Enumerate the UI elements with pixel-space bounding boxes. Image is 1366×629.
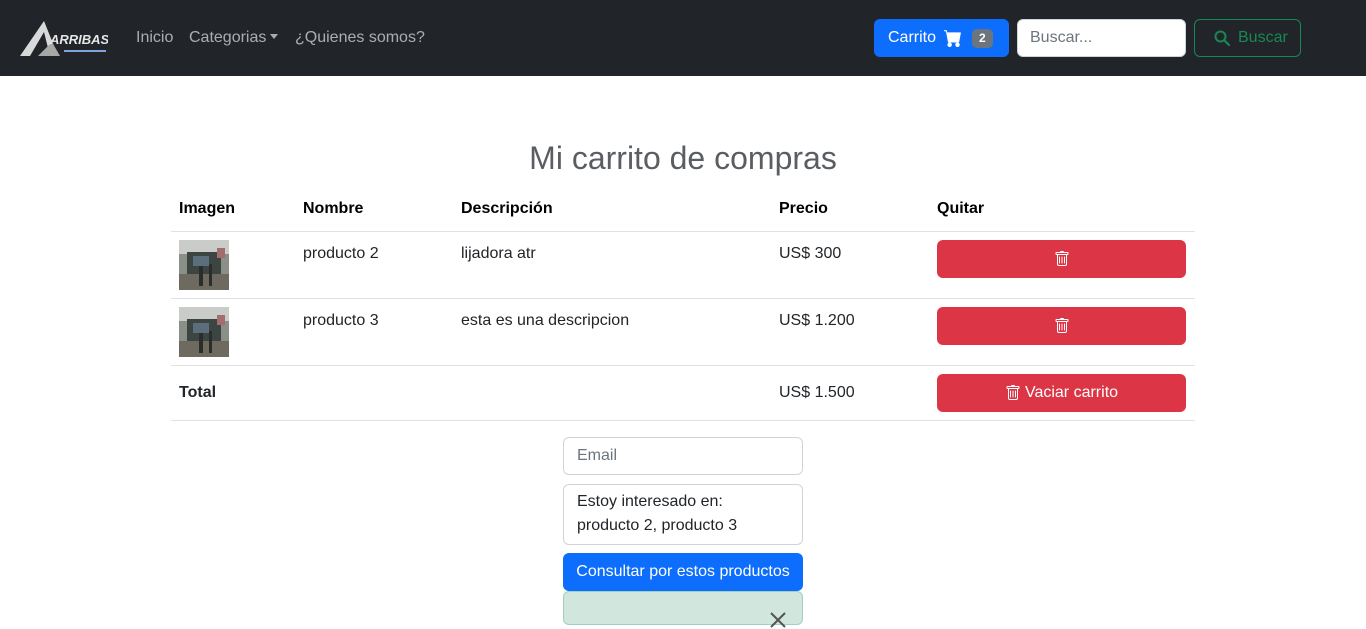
table-row: producto 3 esta es una descripcion US$ 1… bbox=[171, 298, 1195, 366]
product-price: US$ 300 bbox=[771, 231, 929, 299]
remove-cell bbox=[929, 231, 1195, 299]
column-header-precio: Precio bbox=[771, 188, 929, 232]
brand-logo[interactable]: ARRIBAS bbox=[18, 18, 108, 58]
email-field[interactable] bbox=[563, 437, 803, 475]
column-header-nombre: Nombre bbox=[295, 188, 453, 232]
product-image bbox=[179, 239, 229, 290]
empty-cart-cell: Vaciar carrito bbox=[929, 365, 1195, 421]
product-description: esta es una descripcion bbox=[453, 298, 771, 366]
close-icon[interactable] bbox=[769, 611, 787, 629]
product-description: lijadora atr bbox=[453, 231, 771, 299]
nav-quienes-somos[interactable]: ¿Quienes somos? bbox=[295, 28, 425, 48]
product-price: US$ 1.200 bbox=[771, 298, 929, 366]
cart-button[interactable]: Carrito 2 bbox=[874, 19, 1009, 57]
total-label: Total bbox=[171, 365, 295, 421]
product-image bbox=[179, 306, 229, 357]
nav-categorias-dropdown[interactable]: Categorias bbox=[189, 28, 279, 48]
total-row: Total US$ 1.500 Vaciar carrito bbox=[171, 365, 1195, 421]
remove-cell bbox=[929, 298, 1195, 366]
chevron-down-icon bbox=[270, 34, 279, 39]
search-button[interactable]: Buscar bbox=[1194, 19, 1301, 57]
page-title: Mi carrito de compras bbox=[529, 140, 837, 176]
cart-button-label: Carrito bbox=[888, 29, 937, 46]
nav-categorias-label: Categorias bbox=[189, 29, 267, 46]
search-icon bbox=[1214, 30, 1230, 46]
column-header-descripcion: Descripción bbox=[453, 188, 771, 232]
total-value: US$ 1.500 bbox=[771, 365, 929, 421]
navbar: ARRIBAS Inicio Categorias ¿Quienes somos… bbox=[0, 0, 1366, 76]
trash-icon bbox=[1055, 250, 1068, 266]
trash-icon bbox=[1006, 384, 1020, 400]
product-name: producto 2 bbox=[295, 231, 453, 299]
empty-cart-button[interactable]: Vaciar carrito bbox=[937, 373, 1186, 412]
cart-table: Imagen Nombre Descripción Precio Quitar bbox=[171, 188, 1195, 421]
trash-icon bbox=[1055, 317, 1068, 333]
column-header-quitar: Quitar bbox=[929, 188, 1195, 232]
column-header-imagen: Imagen bbox=[171, 188, 295, 232]
empty-cell bbox=[295, 365, 453, 421]
empty-cell bbox=[453, 365, 771, 421]
empty-cart-label: Vaciar carrito bbox=[1024, 383, 1119, 401]
consult-products-button[interactable]: Consultar por estos productos bbox=[563, 553, 803, 591]
nav-inicio[interactable]: Inicio bbox=[136, 28, 173, 48]
product-name: producto 3 bbox=[295, 298, 453, 366]
remove-item-button[interactable] bbox=[937, 306, 1186, 345]
search-button-label: Buscar bbox=[1238, 29, 1288, 46]
alert-box bbox=[563, 591, 803, 625]
product-image-cell bbox=[171, 298, 295, 366]
remove-item-button[interactable] bbox=[937, 239, 1186, 278]
cart-icon bbox=[944, 30, 961, 47]
message-textarea[interactable]: Estoy interesado en: producto 2, product… bbox=[563, 484, 803, 545]
brand-text: ARRIBAS bbox=[49, 32, 108, 47]
table-header-row: Imagen Nombre Descripción Precio Quitar bbox=[171, 188, 1195, 232]
search-input[interactable] bbox=[1017, 19, 1186, 57]
product-image-cell bbox=[171, 231, 295, 299]
table-row: producto 2 lijadora atr US$ 300 bbox=[171, 231, 1195, 299]
cart-count-badge: 2 bbox=[972, 28, 993, 48]
